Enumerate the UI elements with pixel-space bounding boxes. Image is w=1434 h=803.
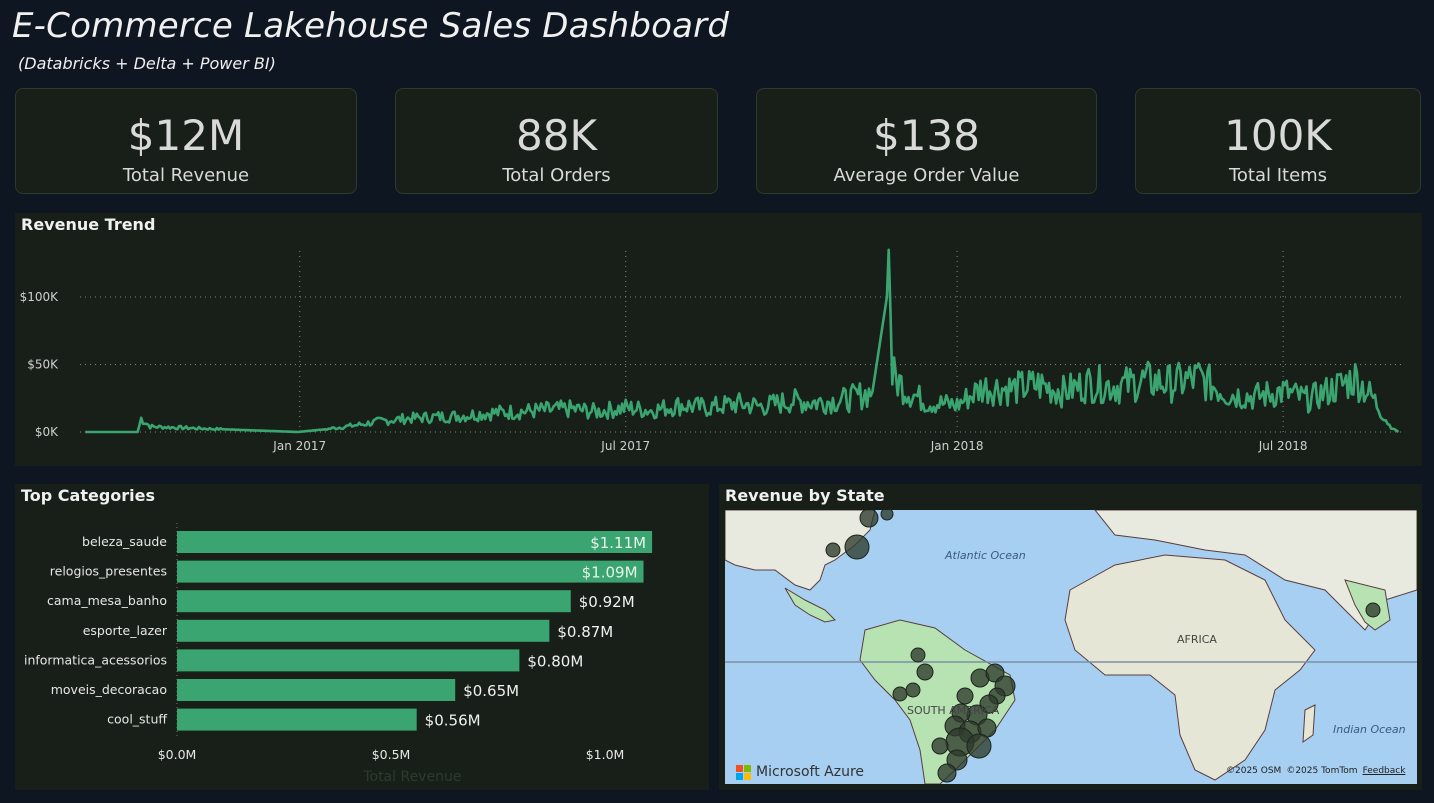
x-tick-label: Jul 2018	[1258, 439, 1308, 453]
state-bubble[interactable]	[956, 687, 974, 705]
state-bubble[interactable]	[931, 737, 949, 755]
category-bar[interactable]	[177, 531, 653, 553]
kpi-value: 100K	[1224, 111, 1332, 160]
kpi-card-total-items[interactable]: 100K Total Items	[1135, 88, 1421, 194]
state-bubble[interactable]	[916, 663, 934, 681]
state-bubble[interactable]	[859, 510, 879, 528]
bar-value-label: $1.09M	[582, 564, 638, 582]
revenue-line[interactable]	[85, 248, 1400, 434]
y-tick-label: $0K	[35, 425, 59, 439]
bar-value-label: $0.80M	[527, 652, 583, 670]
azure-brand-label: Microsoft Azure	[756, 764, 865, 780]
kpi-card-total-orders[interactable]: 88K Total Orders	[395, 88, 718, 194]
kpi-card-average-order-value[interactable]: $138 Average Order Value	[756, 88, 1097, 194]
x-tick-label: $1.0M	[586, 747, 625, 762]
state-bubble[interactable]	[892, 686, 908, 702]
state-bubble[interactable]	[825, 542, 841, 558]
microsoft-logo-icon	[736, 764, 751, 780]
kpi-label: Total Items	[1228, 165, 1328, 186]
state-bubble[interactable]	[966, 733, 992, 759]
category-label: moveis_decoracao	[51, 682, 167, 697]
dashboard-subtitle: (Databricks + Delta + Power BI)	[18, 54, 276, 73]
category-bar[interactable]	[177, 649, 520, 672]
category-label: esporte_lazer	[83, 623, 168, 638]
category-label: beleza_saude	[82, 534, 167, 549]
category-bar[interactable]	[177, 679, 456, 701]
state-bubble[interactable]	[937, 763, 957, 783]
south-america-label: SOUTH AMERICA	[907, 704, 1000, 717]
category-bar[interactable]	[177, 560, 644, 583]
bar-value-label: $1.11M	[590, 534, 646, 552]
category-label: cool_stuff	[107, 712, 167, 727]
x-tick-label: Jan 2017	[272, 439, 326, 453]
state-bubble[interactable]	[910, 647, 926, 663]
kpi-card-total-revenue[interactable]: $12M Total Revenue	[15, 88, 357, 194]
map-canvas[interactable]: Atlantic Ocean AFRICA SOUTH AMERICA Indi…	[725, 510, 1417, 784]
bar-value-label: $0.87M	[557, 623, 613, 641]
y-tick-label: $50K	[27, 358, 59, 372]
bar-value-label: $0.56M	[425, 712, 481, 730]
tomtom-attribution: ©2025 TomTom	[1286, 766, 1358, 776]
category-bar[interactable]	[177, 590, 571, 613]
revenue-map[interactable]: Atlantic Ocean AFRICA SOUTH AMERICA Indi…	[725, 510, 1417, 784]
state-bubble[interactable]	[880, 510, 894, 521]
kpi-label: Total Revenue	[122, 165, 250, 186]
indian-ocean-label: Indian Ocean	[1333, 723, 1406, 736]
bar-value-label: $0.92M	[579, 593, 635, 611]
state-bubble[interactable]	[844, 534, 870, 560]
x-tick-label: $0.0M	[158, 747, 197, 762]
top-categories-chart[interactable]: beleza_saude $1.11M relogios_presentes $1.0…	[15, 484, 709, 790]
category-label: cama_mesa_banho	[47, 593, 167, 608]
bar-value-label: $0.65M	[463, 682, 519, 700]
map-attribution: ©2025 OSM ©2025 TomTom Feedback	[1226, 766, 1405, 776]
category-bar[interactable]	[177, 708, 417, 731]
top-categories-panel[interactable]: Top Categories beleza_saude $1.11M relogio…	[15, 484, 709, 790]
revenue-trend-panel[interactable]: Revenue Trend $0K $50K $100K Jan 2017 Jul 20…	[15, 213, 1422, 466]
atlantic-ocean-label: Atlantic Ocean	[944, 549, 1026, 562]
africa-label: AFRICA	[1177, 633, 1217, 646]
dashboard-title: E-Commerce Lakehouse Sales Dashboard	[12, 6, 730, 46]
revenue-trend-chart[interactable]: $0K $50K $100K Jan 2017 Jul 2017 Jan 2018 Jul …	[15, 213, 1422, 466]
category-label: informatica_acessorios	[24, 652, 167, 667]
x-axis-label: Total Revenue	[362, 769, 461, 785]
kpi-label: Average Order Value	[833, 165, 1020, 186]
kpi-value: $12M	[127, 111, 245, 160]
category-label: relogios_presentes	[50, 564, 167, 579]
y-tick-label: $100K	[20, 290, 60, 304]
x-tick-label: Jan 2018	[930, 439, 984, 453]
azure-brand: Microsoft Azure	[736, 764, 864, 780]
state-bubble[interactable]	[905, 682, 921, 698]
feedback-link[interactable]: Feedback	[1363, 766, 1406, 776]
category-bar[interactable]	[177, 619, 550, 642]
x-tick-label: Jul 2017	[600, 439, 650, 453]
kpi-value: 88K	[516, 111, 597, 160]
x-tick-label: $0.5M	[372, 747, 411, 762]
kpi-label: Total Orders	[502, 165, 611, 186]
state-bubble[interactable]	[1365, 602, 1381, 618]
kpi-value: $138	[873, 111, 980, 160]
revenue-by-state-title: Revenue by State	[725, 486, 885, 505]
osm-attribution: ©2025 OSM	[1226, 766, 1282, 776]
